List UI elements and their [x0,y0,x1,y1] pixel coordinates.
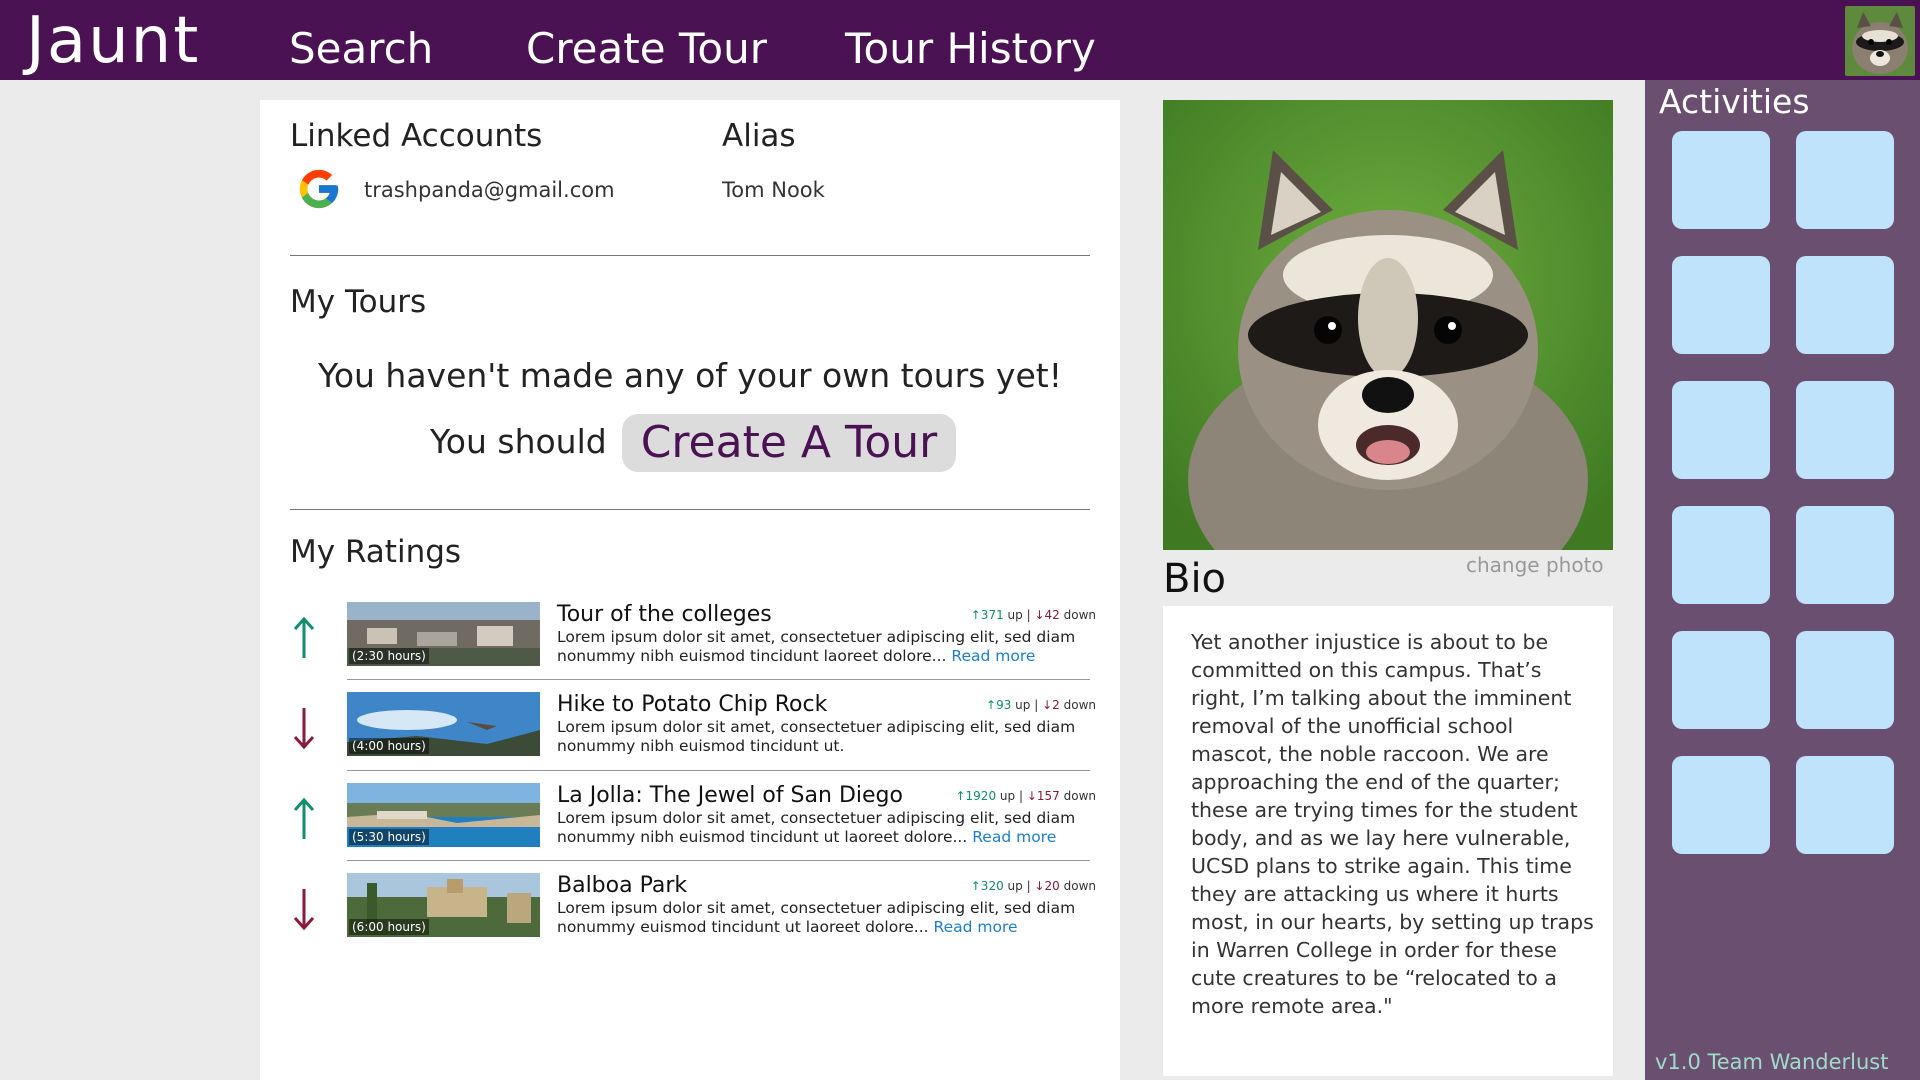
downvote-arrow-icon [293,889,315,931]
activity-tile[interactable] [1796,756,1894,854]
linked-accounts-title: Linked Accounts [290,118,543,154]
activity-tile[interactable] [1672,131,1770,229]
row-divider [347,860,1090,861]
row-divider [347,770,1090,771]
read-more-link[interactable]: Read more [951,647,1035,665]
brand-logo[interactable]: Jaunt [26,4,200,78]
google-icon [296,166,342,212]
upvote-arrow-icon [293,797,315,839]
tour-duration: (2:30 hours) [349,648,429,664]
profile-photo [1163,100,1613,550]
tour-description: Lorem ipsum dolor sit amet, consectetuer… [557,718,1076,755]
vote-counts: ↑320 up | ↓20 down [970,879,1096,893]
row-divider [347,679,1090,680]
activity-tile[interactable] [1672,256,1770,354]
downvote-arrow-icon [293,708,315,750]
activity-tile[interactable] [1796,256,1894,354]
tour-thumbnail[interactable]: (4:00 hours) [347,692,540,756]
activities-sidebar: Activities v1.0 Team Wanderlust [1645,80,1920,1080]
upvote-arrow-icon [293,616,315,658]
profile-main-card: Linked Accounts trashpanda@gmail.com Ali… [260,100,1120,1080]
vote-counts: ↑371 up | ↓42 down [970,608,1096,622]
tour-title[interactable]: La Jolla: The Jewel of San Diego [557,783,903,808]
tour-thumbnail[interactable]: (2:30 hours) [347,602,540,666]
read-more-link[interactable]: Read more [972,828,1056,846]
tour-thumbnail[interactable]: (5:30 hours) [347,783,540,847]
tour-duration: (5:30 hours) [349,829,429,845]
avatar[interactable] [1845,6,1915,76]
nav-search[interactable]: Search [289,24,433,73]
tour-duration: (4:00 hours) [349,738,429,754]
my-tours-title: My Tours [290,284,427,320]
change-photo-link[interactable]: change photo [1466,553,1604,577]
alias-title: Alias [722,118,796,154]
tour-title[interactable]: Tour of the colleges [557,602,772,627]
tour-description: Lorem ipsum dolor sit amet, consectetuer… [557,628,1076,665]
tours-empty-message: You haven't made any of your own tours y… [318,356,1062,395]
activity-tile[interactable] [1796,381,1894,479]
tour-title[interactable]: Balboa Park [557,873,687,898]
rating-row[interactable]: (4:00 hours) Hike to Potato Chip Rock ↑9… [290,692,1096,782]
read-more-link[interactable]: Read more [934,918,1018,936]
top-nav-bar: Jaunt Search Create Tour Tour History [0,0,1920,80]
tour-description: Lorem ipsum dolor sit amet, consectetuer… [557,809,1076,846]
activity-tile[interactable] [1672,756,1770,854]
activity-tile[interactable] [1796,631,1894,729]
bio-card: Yet another injustice is about to be com… [1163,606,1613,1076]
activities-title: Activities [1659,82,1810,121]
activity-tile[interactable] [1672,381,1770,479]
tour-duration: (6:00 hours) [349,919,429,935]
version-label: v1.0 Team Wanderlust [1655,1050,1889,1074]
section-divider [290,509,1090,510]
tour-thumbnail[interactable]: (6:00 hours) [347,873,540,937]
activity-tile[interactable] [1672,506,1770,604]
activity-tile[interactable] [1796,131,1894,229]
activity-tile[interactable] [1672,631,1770,729]
bio-text: Yet another injustice is about to be com… [1191,630,1594,1018]
tours-prompt: You should [430,422,607,461]
activity-tile[interactable] [1796,506,1894,604]
create-a-tour-button[interactable]: Create A Tour [622,414,956,472]
nav-tour-history[interactable]: Tour History [845,24,1096,73]
vote-counts: ↑93 up | ↓2 down [986,698,1096,712]
alias-value: Tom Nook [722,178,825,202]
my-ratings-title: My Ratings [290,534,462,570]
nav-create-tour[interactable]: Create Tour [526,24,767,73]
linked-email: trashpanda@gmail.com [364,178,615,202]
vote-counts: ↑1920 up | ↓157 down [955,789,1096,803]
rating-row[interactable]: (6:00 hours) Balboa Park ↑320 up | ↓20 d… [290,873,1096,963]
section-divider [290,255,1090,256]
bio-title: Bio [1163,556,1227,602]
tour-title[interactable]: Hike to Potato Chip Rock [557,692,827,717]
tour-description: Lorem ipsum dolor sit amet, consectetuer… [557,899,1076,936]
